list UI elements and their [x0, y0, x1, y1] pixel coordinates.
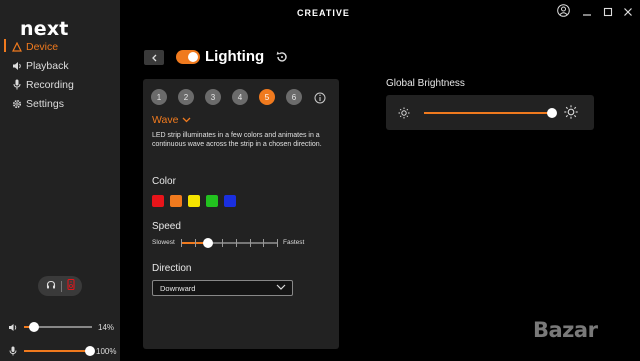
chevron-down-icon — [276, 284, 286, 293]
speaker-icon — [11, 60, 23, 72]
volume-icon — [6, 323, 20, 332]
speed-tick — [181, 239, 182, 247]
speed-slider[interactable] — [181, 238, 278, 248]
info-icon[interactable] — [314, 91, 326, 104]
preset-6[interactable]: 6 — [286, 89, 302, 105]
global-brightness-panel — [386, 95, 594, 130]
sidebar-item-settings[interactable]: Settings — [0, 94, 120, 113]
sidebar-item-device[interactable]: Device — [0, 37, 120, 56]
brightness-low-icon — [398, 106, 410, 124]
effect-dropdown[interactable]: Wave — [152, 114, 191, 126]
speed-tick — [250, 239, 251, 247]
mic-volume-row: 100% — [6, 344, 118, 358]
sidebar: next Device Playback Recording Settings — [0, 0, 120, 361]
global-brightness-slider[interactable] — [424, 108, 557, 118]
pill-divider — [60, 280, 62, 292]
microphone-icon — [11, 79, 23, 91]
effect-value: Wave — [152, 114, 179, 126]
global-brightness-fill — [424, 112, 552, 114]
speaker-volume-value: 14% — [98, 322, 115, 332]
color-swatches — [152, 195, 236, 207]
mic-volume-handle[interactable] — [85, 346, 95, 356]
mic-volume-slider[interactable] — [24, 346, 95, 356]
brightness-high-icon — [564, 105, 578, 124]
lighting-toggle[interactable] — [176, 50, 200, 64]
watermark: Bazar — [533, 318, 598, 342]
output-device-switch[interactable] — [38, 276, 82, 296]
back-button[interactable] — [144, 50, 164, 65]
preset-5[interactable]: 5 — [259, 89, 275, 105]
speed-handle[interactable] — [203, 238, 213, 248]
speed-tick — [236, 239, 237, 247]
preset-1[interactable]: 1 — [151, 89, 167, 105]
maximize-icon — [603, 4, 613, 22]
direction-label: Direction — [152, 263, 192, 274]
sidebar-item-label: Playback — [26, 59, 69, 72]
speaker-device-icon[interactable] — [67, 277, 75, 295]
color-swatch-blue[interactable] — [224, 195, 236, 207]
close-icon — [623, 4, 633, 22]
speed-max-label: Fastest — [283, 239, 305, 246]
chevron-left-icon — [151, 49, 158, 67]
gear-icon — [11, 98, 23, 110]
preset-2[interactable]: 2 — [178, 89, 194, 105]
speed-row: Slowest Fastest — [152, 237, 332, 249]
minimize-button[interactable] — [580, 6, 594, 20]
effect-description: LED strip illuminates in a few colors an… — [152, 132, 322, 148]
mic-volume-value: 100% — [96, 346, 117, 356]
speaker-volume-slider[interactable] — [24, 322, 92, 332]
minimize-icon — [582, 4, 592, 22]
color-swatch-red[interactable] — [152, 195, 164, 207]
speed-tick — [263, 239, 264, 247]
speaker-volume-handle[interactable] — [29, 322, 39, 332]
speed-label: Speed — [152, 221, 181, 232]
chevron-down-icon — [182, 114, 191, 126]
speaker-volume-row: 14% — [6, 320, 118, 334]
maximize-button[interactable] — [601, 6, 615, 20]
warning-triangle-icon — [11, 41, 23, 53]
preset-selector: 1 2 3 4 5 6 — [151, 89, 302, 105]
reset-icon[interactable] — [275, 50, 289, 64]
direction-value: Downward — [160, 283, 196, 293]
color-swatch-orange[interactable] — [170, 195, 182, 207]
headphones-icon[interactable] — [46, 277, 56, 295]
color-swatch-yellow[interactable] — [188, 195, 200, 207]
user-account-button[interactable] — [556, 4, 570, 22]
speed-tick — [277, 239, 278, 247]
title-bar: CREATIVE — [120, 0, 640, 26]
speed-min-label: Slowest — [152, 239, 175, 246]
page-title: Lighting — [205, 48, 265, 65]
sidebar-item-label: Recording — [26, 78, 74, 91]
speed-tick — [195, 239, 196, 247]
sidebar-item-recording[interactable]: Recording — [0, 75, 120, 94]
direction-select[interactable]: Downward — [152, 280, 293, 296]
sidebar-nav: Device Playback Recording Settings — [0, 37, 120, 113]
microphone-icon — [6, 346, 20, 356]
close-button[interactable] — [621, 6, 635, 20]
app-logo: CREATIVE — [297, 8, 350, 18]
sidebar-item-label: Device — [26, 40, 59, 53]
color-swatch-green[interactable] — [206, 195, 218, 207]
color-label: Color — [152, 176, 176, 187]
user-icon — [556, 4, 570, 22]
speed-tick — [222, 239, 223, 247]
lighting-panel: 1 2 3 4 5 6 Wave LED strip illuminates i… — [143, 79, 339, 349]
preset-3[interactable]: 3 — [205, 89, 221, 105]
mic-volume-fill — [24, 350, 90, 352]
global-brightness-label: Global Brightness — [386, 78, 465, 89]
sidebar-item-playback[interactable]: Playback — [0, 56, 120, 75]
preset-4[interactable]: 4 — [232, 89, 248, 105]
global-brightness-handle[interactable] — [547, 108, 557, 118]
sidebar-item-label: Settings — [26, 97, 64, 110]
